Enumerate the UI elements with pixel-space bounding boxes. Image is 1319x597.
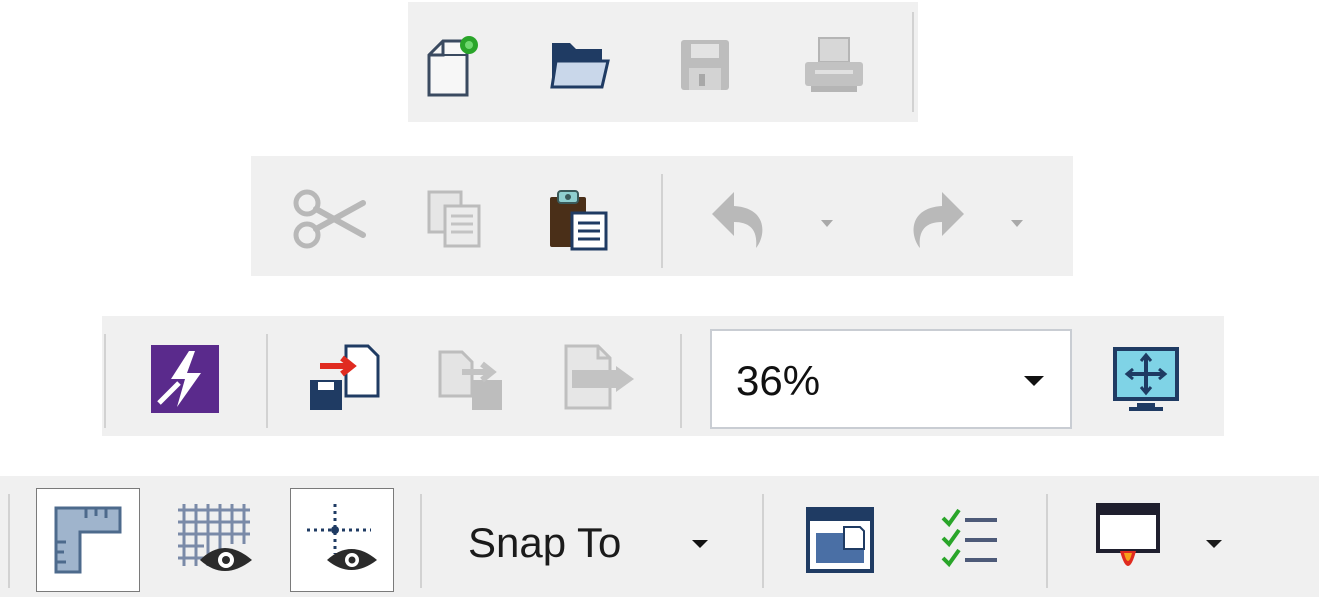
- separator: [680, 334, 682, 428]
- separator: [1046, 494, 1048, 588]
- zoom-value: 36%: [736, 357, 821, 404]
- page-layout-icon: [806, 507, 874, 573]
- grid-eye-icon: [178, 504, 252, 571]
- undo-icon: [712, 192, 763, 248]
- separator: [104, 334, 106, 428]
- full-screen-preview-button[interactable]: [1108, 342, 1184, 418]
- chevron-down-icon: [692, 540, 708, 548]
- folder-open-icon: [550, 43, 610, 89]
- publish-pdf-button[interactable]: [556, 340, 640, 416]
- launch-dropdown-arrow[interactable]: [1206, 540, 1222, 548]
- export-icon: [438, 350, 502, 410]
- page-layout-button[interactable]: [800, 498, 880, 582]
- app-launcher-icon: [151, 345, 219, 413]
- launch-icon: [1096, 503, 1160, 566]
- snap-to-label: Snap To: [468, 519, 622, 566]
- file-toolbar: [408, 2, 918, 122]
- separator: [420, 494, 422, 588]
- checklist-icon: [941, 508, 997, 568]
- print-button[interactable]: [796, 30, 872, 100]
- paste-button[interactable]: [543, 184, 613, 254]
- printer-icon: [805, 37, 863, 92]
- guidelines-button[interactable]: [290, 488, 394, 592]
- ruler-icon: [54, 506, 122, 574]
- checklist-button[interactable]: [930, 498, 1010, 582]
- redo-button[interactable]: [891, 184, 975, 254]
- new-document-icon: [427, 36, 478, 97]
- pdf-export-icon: [564, 344, 634, 410]
- rulers-button[interactable]: [36, 488, 140, 592]
- launch-button[interactable]: [1086, 498, 1170, 582]
- new-document-button[interactable]: [416, 30, 486, 100]
- undo-button[interactable]: [701, 184, 785, 254]
- save-button[interactable]: [670, 30, 740, 100]
- open-button[interactable]: [542, 30, 616, 100]
- redo-icon: [913, 192, 964, 248]
- separator: [661, 174, 663, 268]
- copy-icon: [427, 190, 481, 248]
- guidelines-eye-icon: [307, 504, 377, 570]
- floppy-disk-icon: [681, 40, 729, 90]
- cut-button[interactable]: [289, 184, 369, 254]
- copy-button[interactable]: [419, 184, 489, 254]
- grid-button[interactable]: [168, 490, 264, 590]
- separator: [266, 334, 268, 428]
- zoom-select[interactable]: 36%: [710, 329, 1072, 429]
- app-launcher-button[interactable]: [146, 340, 224, 418]
- import-icon: [310, 344, 380, 410]
- undo-dropdown-arrow[interactable]: [821, 220, 833, 227]
- separator: [762, 494, 764, 588]
- import-button[interactable]: [304, 340, 384, 416]
- clipboard-icon: [550, 190, 608, 251]
- separator: [912, 12, 914, 112]
- separator: [8, 494, 10, 588]
- chevron-down-icon: [1024, 376, 1044, 386]
- export-button[interactable]: [430, 340, 510, 416]
- redo-dropdown-arrow[interactable]: [1011, 220, 1023, 227]
- edit-toolbar: [251, 156, 1073, 276]
- snap-to-dropdown[interactable]: Snap To: [444, 492, 744, 594]
- scissors-icon: [293, 189, 366, 249]
- full-screen-preview-icon: [1113, 347, 1179, 411]
